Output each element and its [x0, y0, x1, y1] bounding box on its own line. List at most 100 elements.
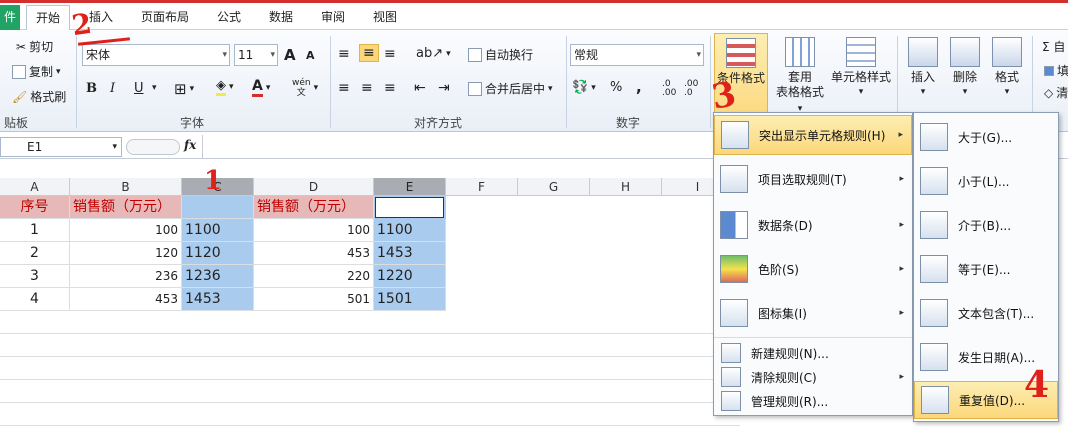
borders-button[interactable]: ⊞ ▾ — [174, 80, 194, 98]
delete-cells-button[interactable]: 删除 ▾ — [946, 37, 984, 100]
menu-item-highlight-rules[interactable]: 突出显示单元格规则(H) ▸ — [714, 115, 912, 155]
tab-page-layout[interactable]: 页面布局 — [132, 5, 198, 30]
highlight-rules-icon — [721, 121, 749, 149]
phonetic-button[interactable]: wén 文 ▾ — [292, 78, 318, 98]
column-header-e[interactable]: E — [374, 178, 446, 196]
tab-data[interactable]: 数据 — [260, 5, 302, 30]
wrap-text-button[interactable]: 自动换行 — [468, 46, 533, 63]
decrease-indent-icon[interactable]: ⇤ — [414, 80, 426, 96]
cell-d2[interactable]: 100 — [254, 219, 374, 242]
conditional-formatting-menu: 突出显示单元格规则(H) ▸ 项目选取规则(T) ▸ 数据条(D) ▸ 色阶(S) ▸ … — [713, 112, 913, 416]
cell-d3[interactable]: 453 — [254, 242, 374, 265]
align-center-icon[interactable]: ≡ — [361, 80, 373, 96]
tab-review[interactable]: 审阅 — [312, 5, 354, 30]
insert-cells-button[interactable]: 插入 ▾ — [904, 37, 942, 100]
merge-center-button[interactable]: 合并后居中 ▾ — [468, 80, 553, 97]
autosum-button[interactable]: Σ 自 — [1042, 38, 1065, 55]
font-name-combo[interactable]: 宋体 ▾ — [82, 44, 230, 66]
cell-b5[interactable]: 453 — [70, 288, 182, 311]
column-header-b[interactable]: B — [70, 178, 182, 196]
submenu-item-between[interactable]: 介于(B)... — [914, 205, 1058, 245]
cell-styles-button[interactable]: 单元格样式 ▾ — [830, 37, 892, 100]
fill-color-button[interactable]: ◈ ▾ — [216, 78, 234, 96]
name-box[interactable]: E1 ▾ — [0, 137, 122, 157]
tab-file[interactable]: 件 — [0, 5, 20, 30]
cell-a1[interactable]: 序号 — [0, 196, 70, 219]
column-header-d[interactable]: D — [254, 178, 374, 196]
column-header-g[interactable]: G — [518, 178, 590, 196]
cell-c3[interactable]: 1120 — [182, 242, 254, 265]
cell-c2[interactable]: 1100 — [182, 219, 254, 242]
format-painter-button[interactable]: 🖌 格式刷 — [12, 88, 66, 105]
cell-a3[interactable]: 2 — [0, 242, 70, 265]
menu-item-color-scales[interactable]: 色阶(S) ▸ — [714, 249, 912, 289]
accounting-format-button[interactable]: 💱 ▾ — [572, 80, 596, 95]
formula-bar-splitter[interactable] — [126, 139, 180, 155]
cut-button[interactable]: ✂ 剪切 — [16, 38, 53, 55]
align-bottom-icon[interactable]: ≡ — [384, 46, 396, 62]
align-middle-icon[interactable]: ≡ — [359, 44, 379, 62]
align-right-icon[interactable]: ≡ — [384, 80, 396, 96]
cell-d4[interactable]: 220 — [254, 265, 374, 288]
cell-a4[interactable]: 3 — [0, 265, 70, 288]
currency-icon: 💱 — [572, 80, 589, 95]
cell-e5[interactable]: 1501 — [374, 288, 446, 311]
shrink-font-button[interactable]: A — [306, 49, 315, 62]
cell-e1-active[interactable] — [375, 197, 444, 218]
percent-button[interactable]: % — [610, 80, 622, 95]
cell-d5[interactable]: 501 — [254, 288, 374, 311]
submenu-item-text-contains[interactable]: 文本包含(T)... — [914, 293, 1058, 333]
tab-formulas[interactable]: 公式 — [208, 5, 250, 30]
tab-home[interactable]: 开始 — [26, 5, 71, 30]
clear-button[interactable]: ◇ 清 — [1044, 84, 1068, 101]
submenu-item-equal-to[interactable]: 等于(E)... — [914, 249, 1058, 289]
cell-a5[interactable]: 4 — [0, 288, 70, 311]
cell-a2[interactable]: 1 — [0, 219, 70, 242]
conditional-formatting-icon — [726, 38, 756, 68]
column-header-a[interactable]: A — [0, 178, 70, 196]
cell-c5[interactable]: 1453 — [182, 288, 254, 311]
submenu-item-less-than[interactable]: 小于(L)... — [914, 161, 1058, 201]
menu-item-data-bars[interactable]: 数据条(D) ▸ — [714, 205, 912, 245]
cell-c1[interactable] — [182, 196, 254, 219]
fill-button[interactable]: 填 — [1044, 62, 1068, 79]
tab-view[interactable]: 视图 — [364, 5, 406, 30]
cell-b4[interactable]: 236 — [70, 265, 182, 288]
font-size-combo[interactable]: 11 ▾ — [234, 44, 278, 66]
submenu-item-greater-than[interactable]: 大于(G)... — [914, 117, 1058, 157]
underline-button[interactable]: U — [134, 81, 144, 96]
menu-item-manage-rules[interactable]: 管理规则(R)... — [714, 389, 912, 413]
orientation-button[interactable]: ab↗ ▾ — [416, 46, 451, 61]
number-format-combo[interactable]: 常规 ▾ — [570, 44, 704, 66]
column-header-f[interactable]: F — [446, 178, 518, 196]
comma-button[interactable]: , — [636, 78, 642, 96]
grow-font-button[interactable]: A — [284, 46, 296, 64]
insert-cells-icon — [908, 37, 938, 67]
align-left-icon[interactable]: ≡ — [338, 80, 350, 96]
menu-item-top-bottom-rules[interactable]: 项目选取规则(T) ▸ — [714, 159, 912, 199]
align-top-icon[interactable]: ≡ — [338, 46, 350, 62]
decrease-decimal-icon[interactable]: .00.0 — [684, 80, 698, 98]
format-as-table-button[interactable]: 套用 表格格式 ▾ — [772, 37, 828, 117]
increase-indent-icon[interactable]: ⇥ — [438, 80, 450, 96]
underline-dropdown[interactable]: ▾ — [152, 83, 157, 93]
bold-button[interactable]: B — [86, 81, 97, 96]
insert-function-button[interactable]: fx — [184, 138, 196, 152]
cell-b1[interactable]: 销售额（万元） — [70, 196, 182, 219]
cell-b3[interactable]: 120 — [70, 242, 182, 265]
increase-decimal-icon[interactable]: .0.00 — [662, 80, 676, 98]
cell-e3[interactable]: 1453 — [374, 242, 446, 265]
cell-c4[interactable]: 1236 — [182, 265, 254, 288]
font-color-button[interactable]: A ▾ — [252, 78, 270, 97]
menu-item-icon-sets[interactable]: 图标集(I) ▸ — [714, 293, 912, 333]
cell-e2[interactable]: 1100 — [374, 219, 446, 242]
format-cells-button[interactable]: 格式 ▾ — [988, 37, 1026, 100]
copy-button[interactable]: 复制 ▾ — [12, 63, 61, 80]
cell-b2[interactable]: 100 — [70, 219, 182, 242]
cell-d1[interactable]: 销售额（万元） — [254, 196, 374, 219]
italic-button[interactable]: I — [110, 81, 115, 96]
menu-item-new-rule[interactable]: 新建规则(N)... — [714, 341, 912, 365]
column-header-h[interactable]: H — [590, 178, 662, 196]
cell-e4[interactable]: 1220 — [374, 265, 446, 288]
menu-item-clear-rules[interactable]: 清除规则(C) ▸ — [714, 365, 912, 389]
